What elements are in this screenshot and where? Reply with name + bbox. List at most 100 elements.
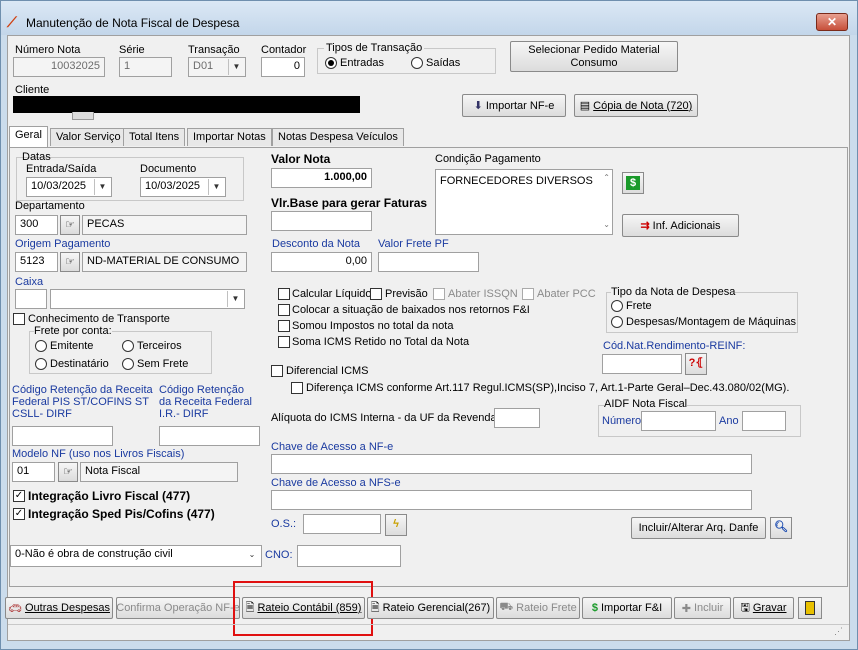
- chave-nfse-input[interactable]: [271, 490, 752, 510]
- contador-input[interactable]: 0: [261, 57, 305, 77]
- entradas-radio[interactable]: [325, 57, 337, 69]
- scroll-down-icon[interactable]: ⌄: [603, 220, 610, 229]
- incluir-label: Incluir: [693, 602, 724, 614]
- calcular-liquido-checkbox[interactable]: [278, 288, 290, 300]
- valor-frete-input[interactable]: [378, 252, 479, 272]
- confirma-operacao-button[interactable]: Confirma Operação NF-e: [116, 597, 240, 619]
- window-title: Manutenção de Nota Fiscal de Despesa: [26, 16, 240, 30]
- chave-nfse-label: Chave de Acesso a NFS-e: [271, 477, 401, 489]
- chave-nfe-input[interactable]: [271, 454, 752, 474]
- emitente-radio[interactable]: [35, 340, 47, 352]
- tab-importar-notas[interactable]: Importar Notas: [187, 128, 272, 146]
- caixa-input[interactable]: [15, 289, 47, 309]
- aidf-ano-input[interactable]: [742, 411, 786, 431]
- vlr-base-input[interactable]: [271, 211, 372, 231]
- selecionar-pedido-button[interactable]: Selecionar Pedido Material Consumo: [510, 41, 678, 72]
- importar-nfe-button[interactable]: ⬇ Importar NF-e: [462, 94, 566, 117]
- modelo-nf-desc: Nota Fiscal: [80, 462, 238, 482]
- dollar-icon: $: [591, 602, 598, 614]
- tab-total-itens[interactable]: Total Itens: [123, 128, 186, 146]
- conhecimento-transporte-label: Conhecimento de Transporte: [28, 313, 170, 325]
- modelo-nf-code-input[interactable]: 01: [12, 462, 55, 482]
- documento-date[interactable]: 10/03/2025 ▼: [140, 177, 226, 197]
- incluir-button[interactable]: ✚ Incluir: [674, 597, 731, 619]
- tab-notas-despesa-veiculos[interactable]: Notas Despesa Veículos: [272, 128, 404, 146]
- destinatario-radio[interactable]: [35, 358, 47, 370]
- transacao-select[interactable]: D01 ▼: [188, 57, 246, 77]
- origem-lookup-button[interactable]: ☞: [60, 252, 80, 272]
- resize-grip-icon[interactable]: ⋰: [834, 626, 843, 637]
- diferencial-icms-checkbox[interactable]: [271, 365, 283, 377]
- status-bar: [8, 624, 849, 640]
- cno-input[interactable]: [297, 545, 401, 567]
- help-icon: ?⦃: [688, 357, 704, 369]
- close-button[interactable]: ✕: [816, 13, 848, 31]
- integracao-livro-checkbox[interactable]: ✓: [13, 490, 25, 502]
- terceiros-radio[interactable]: [122, 340, 134, 352]
- incluir-danfe-button[interactable]: Incluir/Alterar Arq. Danfe: [631, 517, 766, 539]
- truck-icon: ⛟: [499, 601, 514, 613]
- departamento-code-input[interactable]: 300: [15, 215, 58, 235]
- entrada-saida-date[interactable]: 10/03/2025 ▼: [26, 177, 112, 197]
- cliente-label: Cliente: [15, 84, 50, 96]
- cod-ret-pis-input[interactable]: [12, 426, 113, 446]
- aidf-numero-input[interactable]: [641, 411, 716, 431]
- sem-frete-radio[interactable]: [122, 358, 134, 370]
- inf-adicionais-button[interactable]: ⇉ Inf. Adicionais: [622, 214, 739, 237]
- frete-radio[interactable]: [611, 300, 623, 312]
- desconto-input[interactable]: 0,00: [271, 252, 372, 272]
- abater-issqn-checkbox[interactable]: [433, 288, 445, 300]
- danfe-search-button[interactable]: 🔍︎: [770, 517, 792, 539]
- tipo-nota-label: Tipo da Nota de Despesa: [611, 286, 736, 298]
- abater-issqn-label: Abater ISSQN: [448, 288, 518, 300]
- rateio-gerencial-button[interactable]: 🗎︎ Rateio Gerencial(267): [367, 597, 494, 619]
- selecionar-pedido-label: Selecionar Pedido Material Consumo: [528, 43, 660, 69]
- cliente-lookup-button[interactable]: [72, 112, 94, 120]
- saidas-radio[interactable]: [411, 57, 423, 69]
- tab-valor-servico[interactable]: Valor Serviço: [50, 128, 127, 146]
- cod-ret-ir-input[interactable]: [159, 426, 260, 446]
- copia-nota-button[interactable]: ▤ Cópia de Nota (720): [574, 94, 698, 117]
- obra-select[interactable]: 0-Não é obra de construção civil ⌄: [10, 545, 262, 567]
- numero-nota-input[interactable]: 10032025: [13, 57, 105, 77]
- condicao-money-button[interactable]: $: [622, 172, 644, 194]
- integracao-sped-checkbox[interactable]: ✓: [13, 508, 25, 520]
- rateio-gerencial-label: Rateio Gerencial(267): [382, 602, 491, 614]
- outras-despesas-label: Outras Despesas: [24, 602, 110, 614]
- soma-icms-checkbox[interactable]: [278, 336, 290, 348]
- origem-code-input[interactable]: 5123: [15, 252, 58, 272]
- tab-geral[interactable]: Geral: [9, 126, 48, 147]
- exit-button[interactable]: [798, 597, 822, 619]
- importar-fi-button[interactable]: $ Importar F&I: [582, 597, 672, 619]
- aliquota-input[interactable]: [494, 408, 540, 428]
- valor-nota-input[interactable]: 1.000,00: [271, 168, 372, 188]
- os-input[interactable]: [303, 514, 381, 534]
- plus-info-icon: ⇉: [640, 220, 650, 232]
- modelo-nf-lookup-button[interactable]: ☞: [58, 462, 78, 482]
- importar-nfe-label: Importar NF-e: [485, 99, 555, 112]
- condicao-pagamento-list[interactable]: FORNECEDORES DIVERSOS ⌃ ⌄: [435, 169, 613, 235]
- previsao-checkbox[interactable]: [370, 288, 382, 300]
- despesas-montagem-radio[interactable]: [611, 316, 623, 328]
- outras-despesas-button[interactable]: 🚗︎ Outras Despesas: [5, 597, 113, 619]
- lightning-icon: ϟ: [393, 518, 399, 530]
- cod-nat-help-button[interactable]: ?⦃: [685, 353, 707, 375]
- aidf-label: AIDF Nota Fiscal: [604, 398, 688, 410]
- rateio-frete-button[interactable]: ⛟ Rateio Frete: [496, 597, 580, 619]
- os-lightning-button[interactable]: ϟ: [385, 514, 407, 536]
- scroll-up-icon[interactable]: ⌃: [603, 173, 610, 182]
- cod-nat-rendimento-input[interactable]: [602, 354, 682, 374]
- vlr-base-label: Vlr.Base para gerar Faturas: [271, 196, 428, 210]
- departamento-lookup-button[interactable]: ☞: [60, 215, 80, 235]
- abater-pcc-checkbox[interactable]: [522, 288, 534, 300]
- somou-impostos-checkbox[interactable]: [278, 320, 290, 332]
- colocar-situacao-checkbox[interactable]: [278, 304, 290, 316]
- search-icon: 🔍︎: [774, 521, 788, 533]
- conhecimento-transporte-checkbox[interactable]: [13, 313, 25, 325]
- diferenca-icms-checkbox[interactable]: [291, 382, 303, 394]
- gravar-button[interactable]: 🖫︎ Gravar: [733, 597, 794, 619]
- entradas-label: Entradas: [340, 57, 385, 69]
- serie-input[interactable]: 1: [119, 57, 172, 77]
- caixa-select[interactable]: ▼: [50, 289, 245, 309]
- soma-icms-label: Soma ICMS Retido no Total da Nota: [292, 336, 470, 348]
